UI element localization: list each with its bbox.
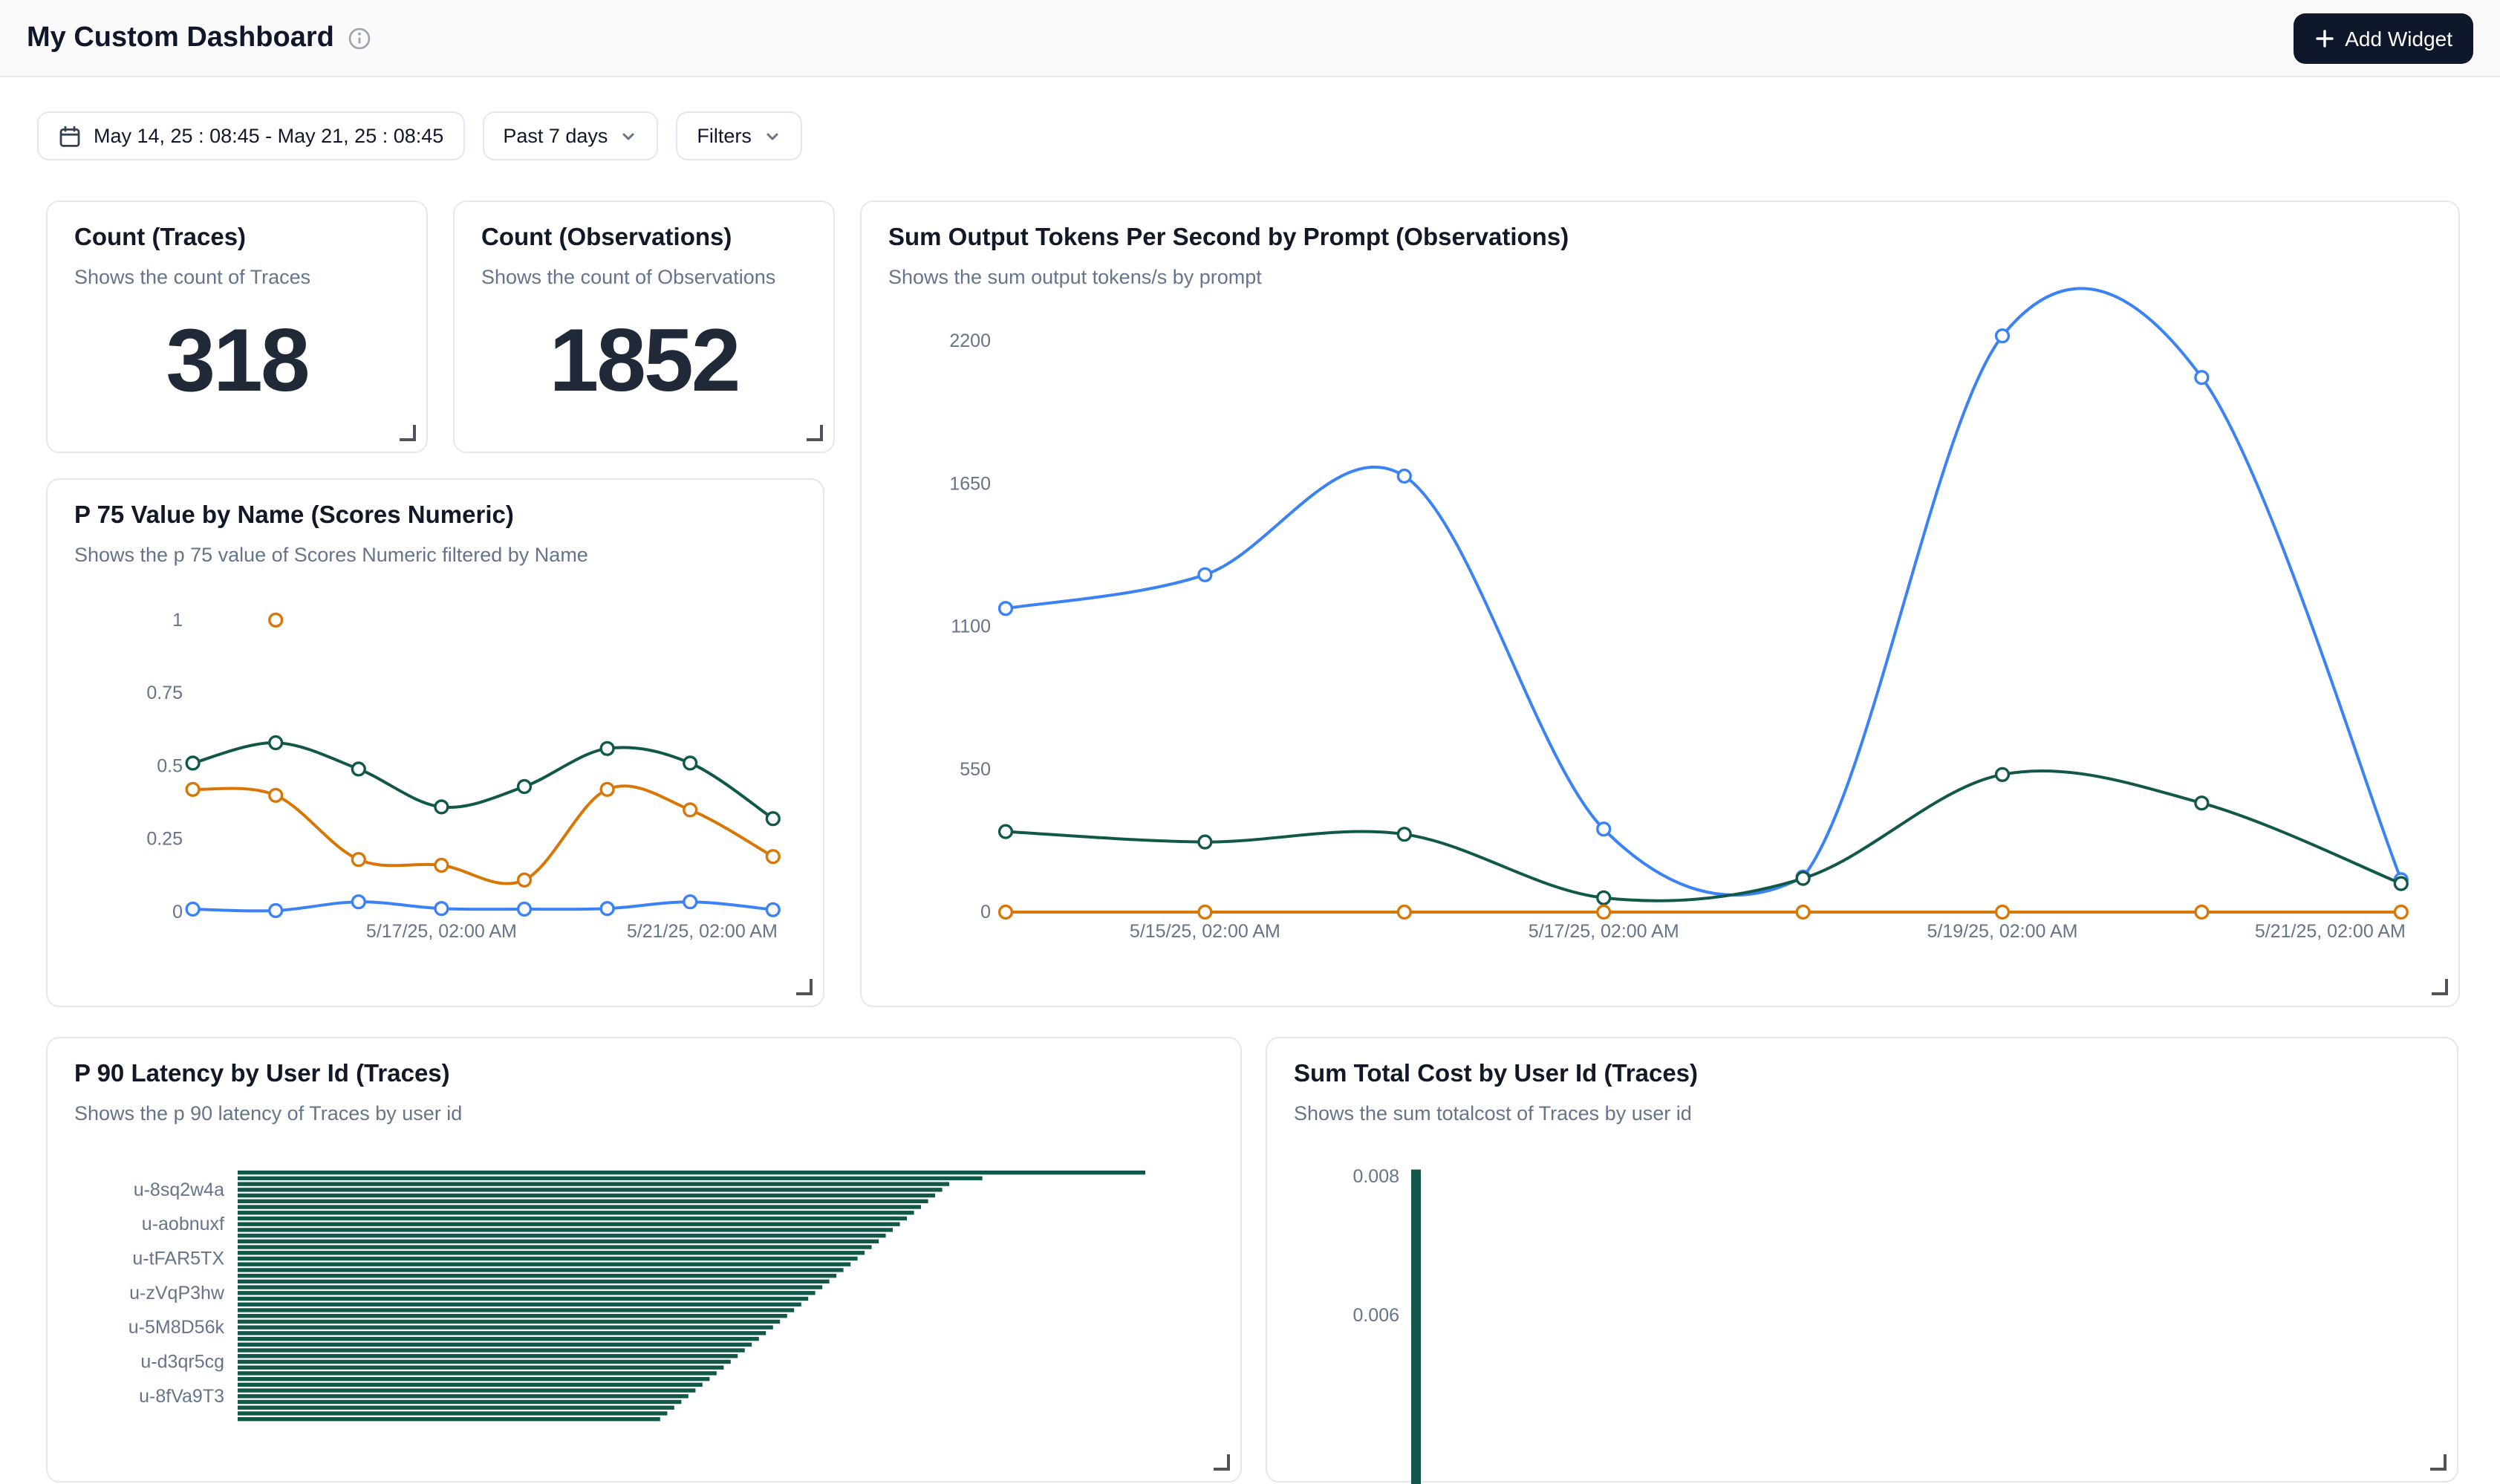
filters-label: Filters — [697, 125, 752, 147]
widget-title: P 90 Latency by User Id (Traces) — [74, 1061, 1214, 1089]
date-range-picker[interactable]: May 14, 25 : 08:45 - May 21, 25 : 08:45 — [37, 111, 464, 160]
svg-text:1: 1 — [172, 610, 183, 631]
widget-title: Sum Total Cost by User Id (Traces) — [1294, 1061, 2430, 1089]
svg-text:0.5: 0.5 — [157, 755, 183, 776]
svg-text:5/21/25, 02:00 AM: 5/21/25, 02:00 AM — [2255, 921, 2406, 942]
page-title: My Custom Dashboard — [27, 22, 334, 54]
widget-subtitle: Shows the count of Observations — [481, 266, 807, 288]
resize-handle[interactable] — [2430, 1454, 2447, 1471]
svg-text:u-d3qr5cg: u-d3qr5cg — [140, 1351, 224, 1372]
widget-subtitle: Shows the sum output tokens/s by prompt — [888, 266, 2432, 288]
widget-subtitle: Shows the count of Traces — [74, 266, 400, 288]
svg-text:0.006: 0.006 — [1352, 1305, 1399, 1326]
tokens-line-chart: 0 550 1100 1650 2200 5/15/25, 02:00 AM 5/17/25… — [862, 202, 2461, 1009]
widget-title: P 75 Value by Name (Scores Numeric) — [74, 502, 796, 530]
svg-text:u-zVqP3hw: u-zVqP3hw — [129, 1283, 225, 1304]
svg-text:1100: 1100 — [951, 616, 991, 637]
resize-handle[interactable] — [807, 425, 823, 441]
add-widget-button[interactable]: Add Widget — [2293, 13, 2473, 63]
widget-title: Count (Traces) — [74, 224, 400, 253]
svg-text:u-8sq2w4a: u-8sq2w4a — [134, 1179, 224, 1200]
widget-title: Sum Output Tokens Per Second by Prompt (… — [888, 224, 2432, 253]
resize-handle[interactable] — [400, 425, 416, 441]
svg-text:u-5M8D56k: u-5M8D56k — [128, 1317, 225, 1338]
widget-tokens-per-second: Sum Output Tokens Per Second by Prompt (… — [860, 201, 2460, 1007]
date-preset-select[interactable]: Past 7 days — [482, 111, 658, 160]
svg-text:5/21/25, 02:00 AM: 5/21/25, 02:00 AM — [627, 921, 778, 942]
widget-subtitle: Shows the sum totalcost of Traces by use… — [1294, 1102, 2430, 1125]
widget-p90-latency: P 90 Latency by User Id (Traces) Shows t… — [46, 1037, 1242, 1483]
svg-text:5/19/25, 02:00 AM: 5/19/25, 02:00 AM — [1927, 921, 2078, 942]
date-preset-value: Past 7 days — [503, 125, 608, 147]
chevron-down-icon — [619, 127, 637, 145]
svg-text:2200: 2200 — [949, 331, 991, 351]
widget-p75-scores: P 75 Value by Name (Scores Numeric) Show… — [46, 478, 824, 1007]
resize-handle[interactable] — [796, 979, 813, 995]
count-observations-value: 1852 — [455, 288, 833, 452]
resize-handle[interactable] — [2432, 979, 2448, 995]
svg-text:0.008: 0.008 — [1352, 1166, 1399, 1187]
widget-subtitle: Shows the p 90 latency of Traces by user… — [74, 1102, 1214, 1125]
svg-text:5/15/25, 02:00 AM: 5/15/25, 02:00 AM — [1130, 921, 1280, 942]
svg-text:5/17/25, 02:00 AM: 5/17/25, 02:00 AM — [1529, 921, 1679, 942]
svg-text:0.25: 0.25 — [146, 829, 183, 850]
dashboard-page: My Custom Dashboard Add Widget — [0, 0, 2500, 1396]
widget-title: Count (Observations) — [481, 224, 807, 253]
widget-count-traces: Count (Traces) Shows the count of Traces… — [46, 201, 428, 453]
svg-text:550: 550 — [960, 759, 991, 780]
filter-toolbar: May 14, 25 : 08:45 - May 21, 25 : 08:45 … — [37, 111, 802, 160]
svg-text:0: 0 — [172, 902, 183, 922]
svg-text:0.75: 0.75 — [146, 683, 183, 703]
plus-icon — [2314, 27, 2334, 48]
widget-total-cost: Sum Total Cost by User Id (Traces) Shows… — [1266, 1037, 2458, 1483]
svg-text:5/17/25, 02:00 AM: 5/17/25, 02:00 AM — [366, 921, 517, 942]
widget-count-observations: Count (Observations) Shows the count of … — [453, 201, 835, 453]
svg-text:1650: 1650 — [949, 473, 991, 494]
calendar-icon — [58, 124, 82, 148]
count-traces-value: 318 — [48, 288, 426, 452]
svg-text:u-tFAR5TX: u-tFAR5TX — [132, 1249, 224, 1269]
chevron-down-icon — [764, 127, 781, 145]
svg-text:u-aobnuxf: u-aobnuxf — [142, 1214, 224, 1234]
date-range-value: May 14, 25 : 08:45 - May 21, 25 : 08:45 — [94, 125, 443, 147]
widget-subtitle: Shows the p 75 value of Scores Numeric f… — [74, 544, 796, 566]
page-header: My Custom Dashboard Add Widget — [0, 0, 2500, 77]
resize-handle[interactable] — [1214, 1454, 1230, 1471]
filters-button[interactable]: Filters — [676, 111, 802, 160]
add-widget-label: Add Widget — [2345, 26, 2452, 50]
info-icon[interactable] — [348, 26, 371, 50]
svg-text:0: 0 — [980, 902, 991, 922]
